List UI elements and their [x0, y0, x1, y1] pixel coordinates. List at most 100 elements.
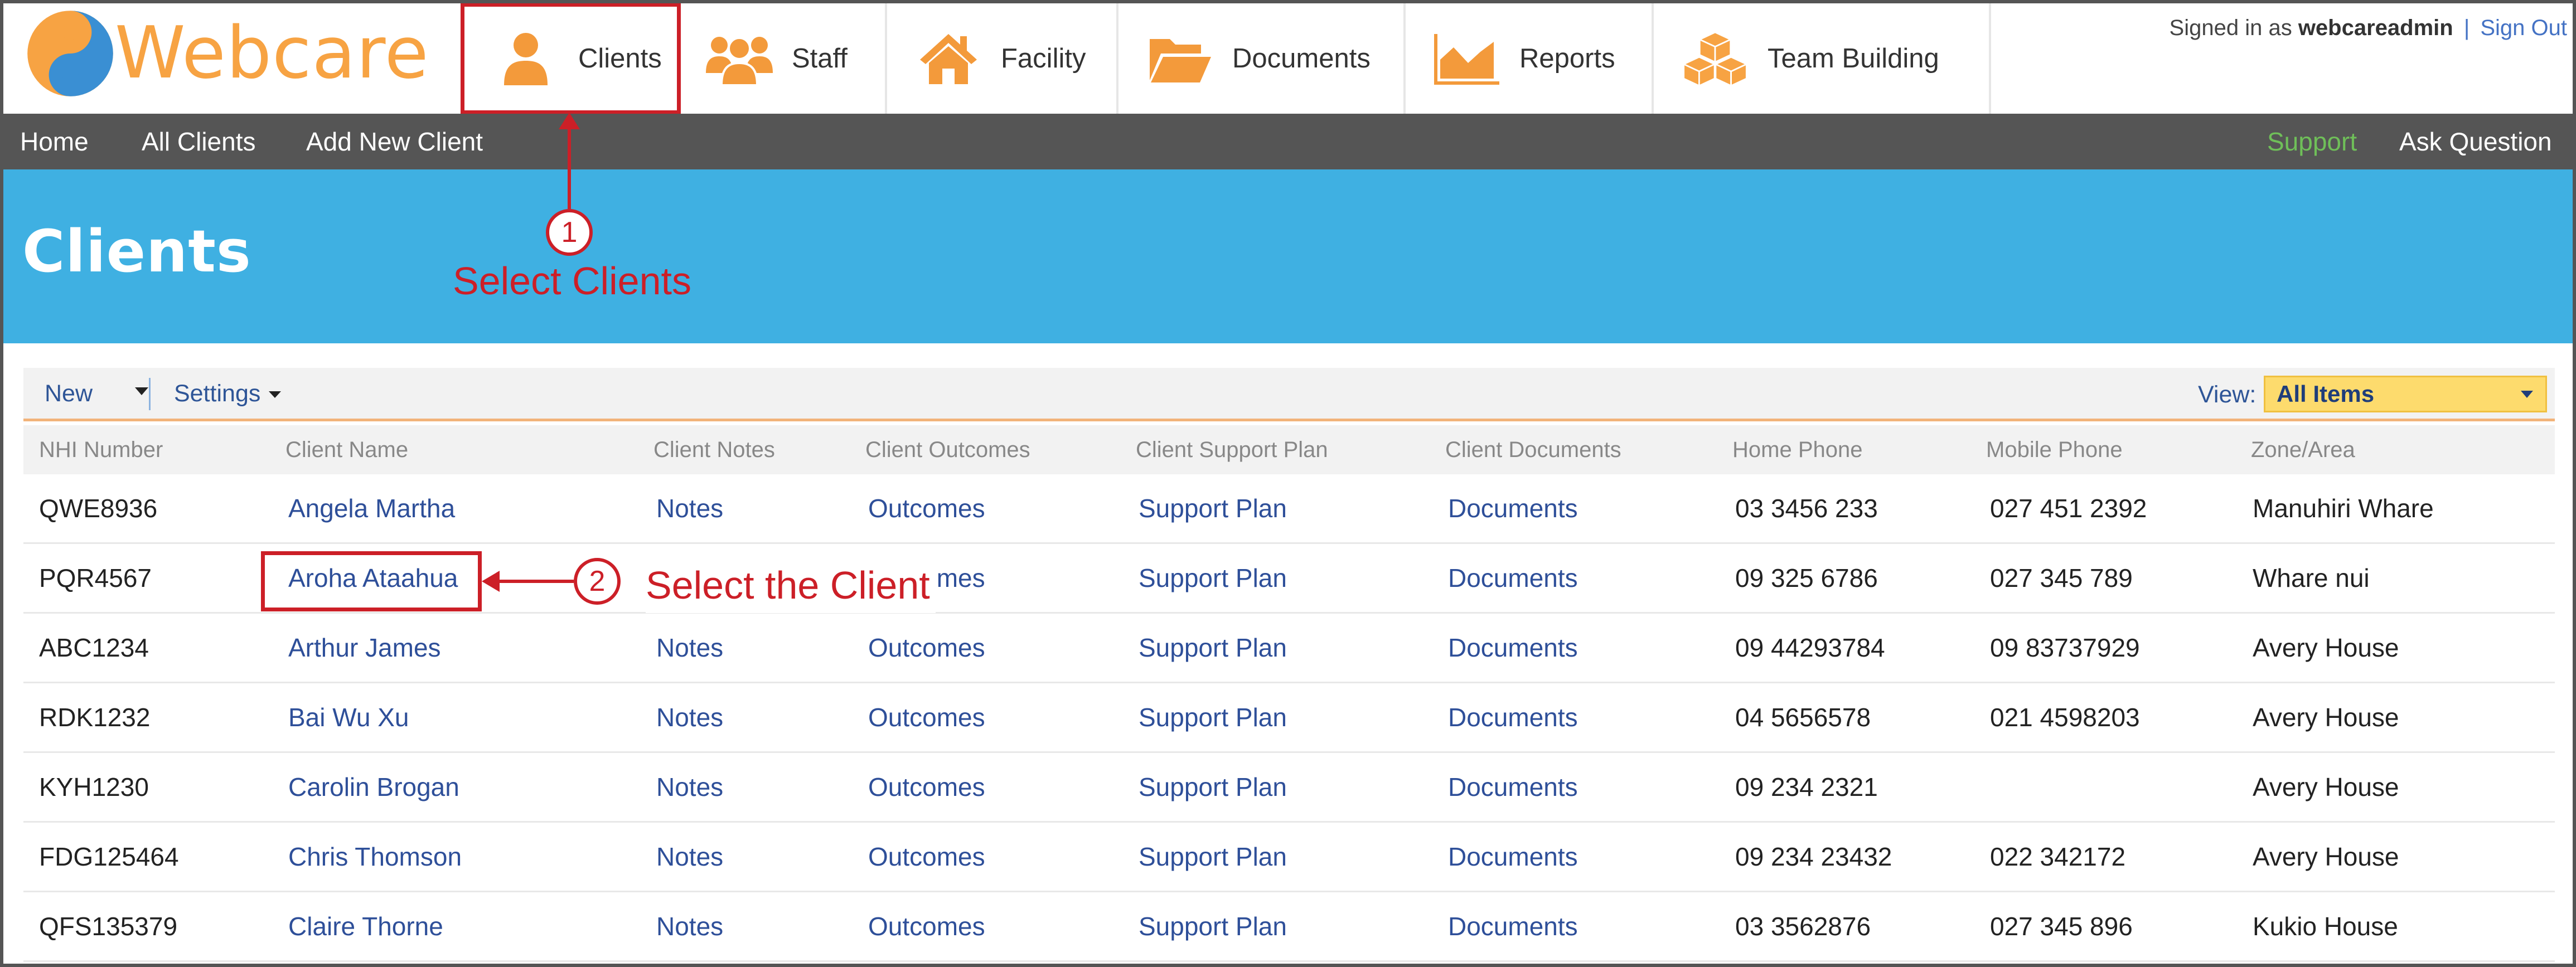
client-outcomes-link[interactable]: Outcomes — [868, 614, 985, 682]
nhi-number: QWE8936 — [39, 494, 158, 523]
annotation-2-line — [494, 580, 574, 583]
nhi-number: FDG125464 — [39, 842, 179, 871]
column-header[interactable]: NHI Number — [39, 425, 163, 474]
client-name-link[interactable]: Bai Wu Xu — [288, 683, 409, 751]
client-support-plan-link[interactable]: Support Plan — [1139, 474, 1287, 542]
sub-nav-home[interactable]: Home — [20, 114, 89, 169]
clients-table: NHI Number Client Name Client Notes Clie… — [23, 425, 2555, 962]
nhi-number: QFS135379 — [39, 912, 178, 941]
home-phone: 03 3562876 — [1735, 912, 1871, 941]
client-support-plan-link[interactable]: Support Plan — [1139, 753, 1287, 821]
column-header[interactable]: Client Outcomes — [865, 425, 1030, 474]
sub-nav-support[interactable]: Support — [2267, 114, 2357, 169]
sub-nav-ask-question[interactable]: Ask Question — [2399, 114, 2552, 169]
annotation-2-text: Select the Client — [646, 557, 936, 613]
client-name-link[interactable]: Chris Thomson — [288, 823, 462, 891]
mobile-phone: 09 83737929 — [1990, 633, 2140, 662]
nav-tab-documents[interactable]: Documents — [1118, 3, 1406, 114]
client-name-link[interactable]: Arthur James — [288, 614, 441, 682]
table-row[interactable]: FDG125464 Chris Thomson Notes Outcomes Suppo… — [23, 823, 2555, 892]
sub-nav-add-new-client[interactable]: Add New Client — [306, 114, 483, 169]
house-icon — [915, 28, 982, 89]
client-documents-link[interactable]: Documents — [1448, 892, 1578, 960]
client-name-link[interactable]: Carolin Brogan — [288, 753, 459, 821]
nav-tab-staff[interactable]: Staff — [681, 3, 887, 114]
client-support-plan-link[interactable]: Support Plan — [1139, 544, 1287, 612]
column-header[interactable]: Client Name — [285, 425, 408, 474]
table-row[interactable]: QFS135379 Claire Thorne Notes Outcomes Suppo… — [23, 892, 2555, 962]
client-documents-link[interactable]: Documents — [1448, 683, 1578, 751]
client-documents-link[interactable]: Documents — [1448, 753, 1578, 821]
nav-tab-label: Staff — [792, 43, 848, 74]
view-selected-value: All Items — [2277, 381, 2375, 407]
table-row[interactable]: QWE8936 Angela Martha Notes Outcomes Support… — [23, 474, 2555, 544]
webcare-logo[interactable]: Webcare — [26, 9, 428, 98]
signed-in-status: Signed in as webcareadmin | Sign Out — [2170, 16, 2567, 41]
table-row[interactable]: KYH1230 Carolin Brogan Notes Outcomes Suppor… — [23, 753, 2555, 823]
client-notes-link[interactable]: Notes — [656, 474, 723, 542]
sub-nav-all-clients[interactable]: All Clients — [142, 114, 256, 169]
client-notes-link[interactable]: Notes — [656, 753, 723, 821]
nav-tab-facility[interactable]: Facility — [887, 3, 1118, 114]
column-header[interactable]: Home Phone — [1732, 425, 1862, 474]
table-header: NHI Number Client Name Client Notes Clie… — [23, 425, 2555, 474]
boxes-icon — [1682, 28, 1749, 89]
client-notes-link[interactable]: Notes — [656, 683, 723, 751]
chevron-down-icon — [2521, 391, 2533, 398]
zone-area: Manuhiri Whare — [2253, 494, 2434, 523]
nav-tab-team-building[interactable]: Team Building — [1654, 3, 1991, 114]
client-outcomes-link[interactable]: Outcomes — [868, 823, 985, 891]
client-support-plan-link[interactable]: Support Plan — [1139, 683, 1287, 751]
person-icon — [492, 28, 559, 89]
table-row[interactable]: ABC1234 Arthur James Notes Outcomes Support … — [23, 614, 2555, 683]
toolbar-divider — [149, 378, 151, 410]
client-documents-link[interactable]: Documents — [1448, 823, 1578, 891]
mobile-phone: 027 345 896 — [1990, 912, 2133, 941]
client-support-plan-link[interactable]: Support Plan — [1139, 892, 1287, 960]
column-header[interactable]: Mobile Phone — [1986, 425, 2123, 474]
column-header[interactable]: Client Documents — [1445, 425, 1621, 474]
annotation-1-text: Select Clients — [453, 259, 691, 303]
client-notes-link[interactable]: Notes — [656, 823, 723, 891]
mobile-phone: 027 451 2392 — [1990, 494, 2147, 523]
zone-area: Avery House — [2253, 842, 2399, 871]
home-phone: 09 44293784 — [1735, 633, 1885, 662]
annotation-1-number: 1 — [546, 209, 593, 256]
client-support-plan-link[interactable]: Support Plan — [1139, 614, 1287, 682]
annotation-2-arrowhead — [482, 571, 500, 592]
new-button[interactable]: New — [45, 368, 93, 419]
nav-tab-clients[interactable]: Clients — [461, 3, 681, 114]
page-banner: Clients — [3, 169, 2573, 343]
mobile-phone: 027 345 789 — [1990, 563, 2133, 592]
client-support-plan-link[interactable]: Support Plan — [1139, 823, 1287, 891]
view-label: View: — [2198, 381, 2257, 408]
zone-area: Avery House — [2253, 772, 2399, 801]
client-notes-link[interactable]: Notes — [656, 614, 723, 682]
client-outcomes-link[interactable]: Outcomes — [868, 892, 985, 960]
client-notes-link[interactable]: Notes — [656, 892, 723, 960]
client-name-link[interactable]: Claire Thorne — [288, 892, 443, 960]
logo-mark-icon — [27, 11, 113, 96]
client-outcomes-link[interactable]: Outcomes — [868, 753, 985, 821]
username: webcareadmin — [2298, 16, 2453, 40]
column-header[interactable]: Zone/Area — [2251, 425, 2355, 474]
client-documents-link[interactable]: Documents — [1448, 474, 1578, 542]
nav-tab-reports[interactable]: Reports — [1406, 3, 1654, 114]
new-dropdown-caret-icon[interactable] — [135, 387, 148, 395]
table-row[interactable]: RDK1232 Bai Wu Xu Notes Outcomes Support Pla… — [23, 683, 2555, 753]
client-name-link[interactable]: Angela Martha — [288, 474, 455, 542]
client-documents-link[interactable]: Documents — [1448, 614, 1578, 682]
column-header[interactable]: Client Support Plan — [1136, 425, 1328, 474]
sign-out-link[interactable]: Sign Out — [2480, 16, 2567, 40]
view-select[interactable]: All Items — [2264, 376, 2547, 412]
nhi-number: KYH1230 — [39, 772, 149, 801]
area-chart-icon — [1434, 28, 1500, 89]
annotation-2-highlight-box — [261, 551, 482, 611]
column-header[interactable]: Client Notes — [653, 425, 775, 474]
settings-button[interactable]: Settings — [174, 368, 260, 419]
client-documents-link[interactable]: Documents — [1448, 544, 1578, 612]
client-outcomes-link[interactable]: Outcomes — [868, 683, 985, 751]
client-outcomes-link[interactable]: Outcomes — [868, 474, 985, 542]
home-phone: 03 3456 233 — [1735, 494, 1878, 523]
page-title: Clients — [22, 217, 251, 285]
